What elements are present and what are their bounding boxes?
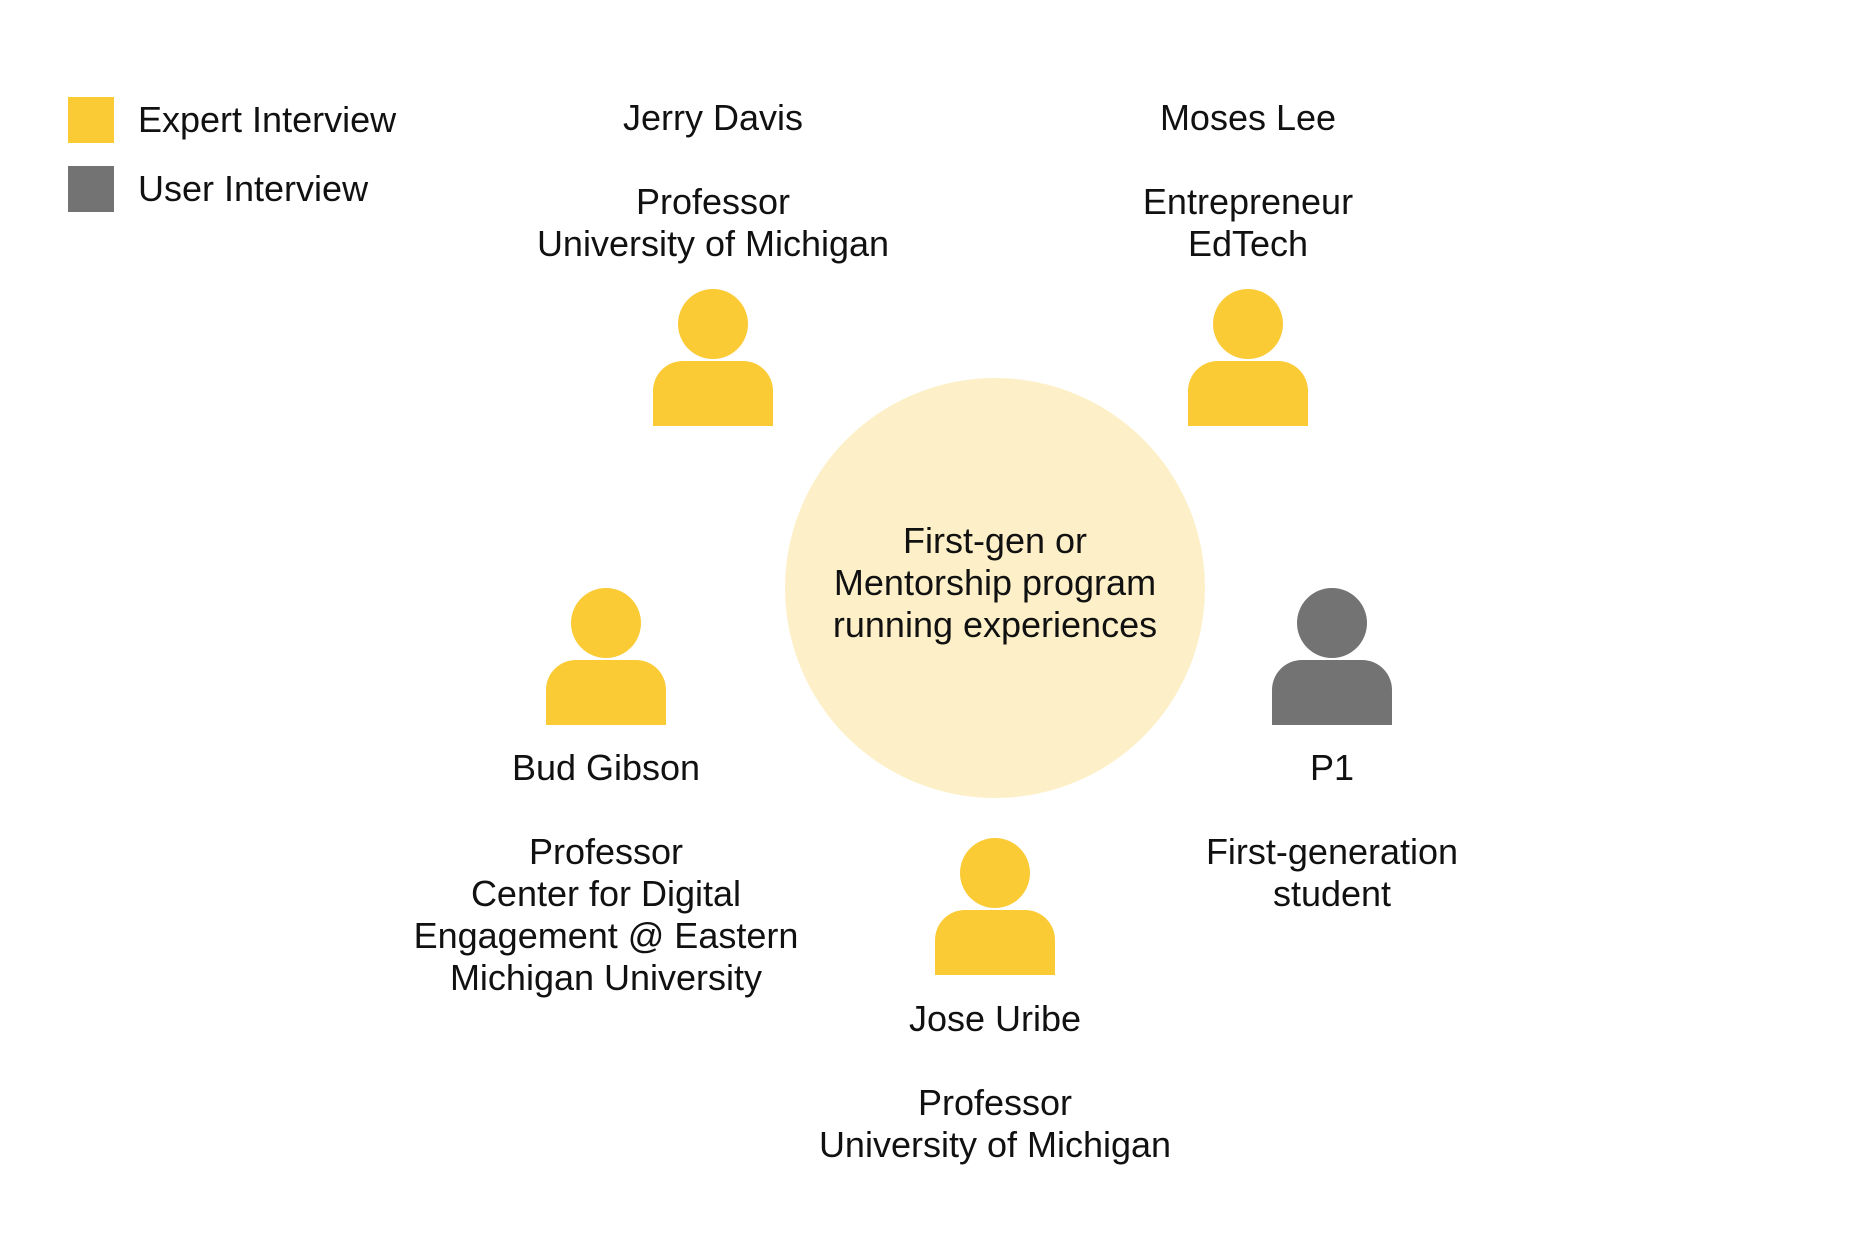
center-topic: First-gen or Mentorship program running … xyxy=(785,520,1205,646)
center-topic-line: Mentorship program xyxy=(833,562,1157,603)
legend-label-expert: Expert Interview xyxy=(138,99,397,140)
person-moses-lee: Moses Lee Entrepreneur EdTech xyxy=(1038,97,1458,265)
person-role: First-generation xyxy=(1205,831,1459,872)
person-org: Michigan University xyxy=(449,957,763,998)
person-role: Professor xyxy=(528,831,684,872)
person-org: Engagement @ Eastern xyxy=(413,915,799,956)
center-topic-line: First-gen or xyxy=(902,520,1088,561)
person-name: Moses Lee xyxy=(1159,97,1337,138)
person-role: student xyxy=(1272,873,1392,914)
legend-swatch-expert xyxy=(68,97,114,143)
person-org: EdTech xyxy=(1187,223,1309,264)
person-role: Entrepreneur xyxy=(1142,181,1354,222)
person-icon xyxy=(935,838,1055,975)
person-icon xyxy=(1188,289,1308,426)
person-p1: P1 First-generation student xyxy=(1122,747,1542,915)
center-topic-line: running experiences xyxy=(832,604,1158,645)
person-org: Center for Digital xyxy=(470,873,742,914)
person-name: Jose Uribe xyxy=(908,998,1082,1039)
person-name: Jerry Davis xyxy=(622,97,804,138)
legend-label-user: User Interview xyxy=(138,168,369,209)
person-org: University of Michigan xyxy=(536,223,890,264)
person-jose-uribe: Jose Uribe Professor University of Michi… xyxy=(785,998,1205,1166)
person-icon xyxy=(653,289,773,426)
person-name: Bud Gibson xyxy=(511,747,701,788)
person-jerry-davis: Jerry Davis Professor University of Mich… xyxy=(503,97,923,265)
person-icon xyxy=(1272,588,1392,725)
person-name: P1 xyxy=(1309,747,1355,788)
person-role: Professor xyxy=(635,181,791,222)
person-role: Professor xyxy=(917,1082,1073,1123)
person-bud-gibson: Bud Gibson Professor Center for Digital … xyxy=(396,747,816,999)
person-org: University of Michigan xyxy=(818,1124,1172,1165)
person-icon xyxy=(546,588,666,725)
legend-swatch-user xyxy=(68,166,114,212)
